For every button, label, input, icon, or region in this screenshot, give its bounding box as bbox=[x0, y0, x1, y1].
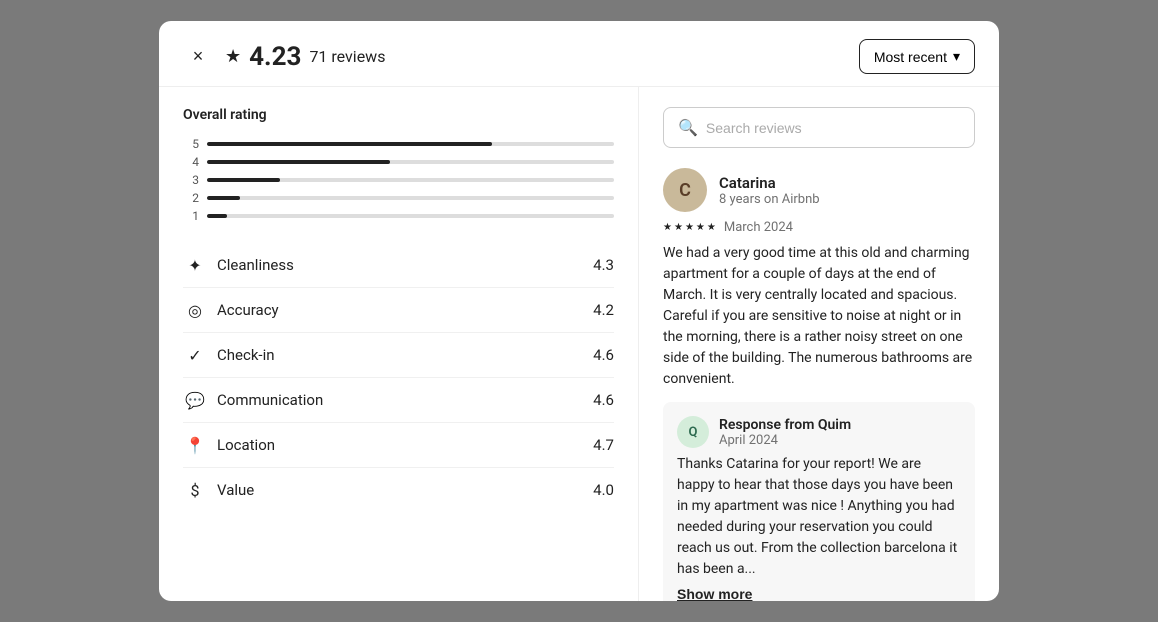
modal-body: Overall rating 5 4 3 2 1 bbox=[159, 87, 999, 601]
rating-item-name: Value bbox=[217, 481, 254, 499]
response-info: Response from Quim April 2024 bbox=[719, 417, 851, 448]
rating-category-icon: 💬 bbox=[183, 388, 207, 412]
review-text: We had a very good time at this old and … bbox=[663, 243, 975, 390]
bar-row-5: 5 bbox=[183, 137, 614, 151]
rating-item-name: Check-in bbox=[217, 346, 275, 364]
reviews-modal: × ★ 4.23 71 reviews Most recent ▾ Overal… bbox=[159, 21, 999, 601]
bar-chart: 5 4 3 2 1 bbox=[183, 137, 614, 223]
most-recent-label: Most recent bbox=[874, 49, 947, 65]
bar-label: 5 bbox=[183, 137, 199, 151]
bar-fill bbox=[207, 214, 227, 218]
bar-fill bbox=[207, 160, 390, 164]
close-button[interactable]: × bbox=[183, 42, 213, 72]
rating-item-name: Location bbox=[217, 436, 275, 454]
modal-title: ★ 4.23 71 reviews bbox=[225, 42, 385, 72]
response-header: Q Response from Quim April 2024 bbox=[677, 416, 961, 448]
review-card-catarina: C Catarina 8 years on Airbnb ★★★★★ March… bbox=[663, 168, 975, 601]
star-filled: ★ bbox=[707, 222, 716, 233]
bar-track bbox=[207, 178, 614, 182]
left-panel: Overall rating 5 4 3 2 1 bbox=[159, 87, 639, 601]
modal-reviews-count: 71 reviews bbox=[309, 47, 385, 66]
bar-label: 3 bbox=[183, 173, 199, 187]
star-icon: ★ bbox=[225, 46, 241, 67]
modal-overlay: × ★ 4.23 71 reviews Most recent ▾ Overal… bbox=[0, 0, 1158, 622]
bar-track bbox=[207, 196, 614, 200]
rating-item-score: 4.2 bbox=[593, 301, 614, 319]
rating-category-icon: ✦ bbox=[183, 253, 207, 277]
right-panel: 🔍 C Catarina 8 years on Airbnb ★★★★★ Mar… bbox=[639, 87, 999, 601]
search-box[interactable]: 🔍 bbox=[663, 107, 975, 148]
bar-label: 1 bbox=[183, 209, 199, 223]
avatar: C bbox=[663, 168, 707, 212]
rating-item-name: Accuracy bbox=[217, 301, 279, 319]
accuracy-rating: ◎ Accuracy 4.2 bbox=[183, 288, 614, 333]
stars-row: ★★★★★ bbox=[663, 222, 716, 233]
bar-fill bbox=[207, 196, 240, 200]
rating-category-icon: ✓ bbox=[183, 343, 207, 367]
cleanliness-rating: ✦ Cleanliness 4.3 bbox=[183, 243, 614, 288]
reviewer-name: Catarina bbox=[719, 174, 820, 192]
search-input[interactable] bbox=[706, 120, 960, 136]
rating-item-name: Communication bbox=[217, 391, 323, 409]
rating-item-score: 4.6 bbox=[593, 391, 614, 409]
bar-label: 2 bbox=[183, 191, 199, 205]
location-rating: 📍 Location 4.7 bbox=[183, 423, 614, 468]
bar-track bbox=[207, 142, 614, 146]
star-filled: ★ bbox=[685, 222, 694, 233]
bar-track bbox=[207, 214, 614, 218]
bar-track bbox=[207, 160, 614, 164]
rating-item-left: 💬 Communication bbox=[183, 388, 323, 412]
rating-item-left: ◎ Accuracy bbox=[183, 298, 279, 322]
rating-item-left: ✓ Check-in bbox=[183, 343, 275, 367]
rating-item-score: 4.3 bbox=[593, 256, 614, 274]
star-filled: ★ bbox=[674, 222, 683, 233]
bar-row-2: 2 bbox=[183, 191, 614, 205]
bar-label: 4 bbox=[183, 155, 199, 169]
most-recent-button[interactable]: Most recent ▾ bbox=[859, 39, 975, 74]
value-rating: $ Value 4.0 bbox=[183, 468, 614, 512]
checkin-rating: ✓ Check-in 4.6 bbox=[183, 333, 614, 378]
communication-rating: 💬 Communication 4.6 bbox=[183, 378, 614, 423]
review-date: March 2024 bbox=[724, 220, 793, 235]
rating-categories: ✦ Cleanliness 4.3 ◎ Accuracy 4.2 ✓ Check… bbox=[183, 243, 614, 512]
rating-item-name: Cleanliness bbox=[217, 256, 294, 274]
rating-item-score: 4.7 bbox=[593, 436, 614, 454]
modal-rating: 4.23 bbox=[249, 42, 301, 72]
reviewer-info: Catarina 8 years on Airbnb bbox=[719, 174, 820, 207]
review-rating-date: ★★★★★ March 2024 bbox=[663, 220, 975, 235]
rating-category-icon: ◎ bbox=[183, 298, 207, 322]
show-more-button[interactable]: Show more bbox=[677, 586, 752, 601]
response-date: April 2024 bbox=[719, 433, 851, 448]
rating-category-icon: 📍 bbox=[183, 433, 207, 457]
bar-row-3: 3 bbox=[183, 173, 614, 187]
rating-item-score: 4.0 bbox=[593, 481, 614, 499]
response-card: Q Response from Quim April 2024 Thanks C… bbox=[663, 402, 975, 601]
rating-item-left: $ Value bbox=[183, 478, 254, 502]
rating-category-icon: $ bbox=[183, 478, 207, 502]
modal-header: × ★ 4.23 71 reviews Most recent ▾ bbox=[159, 21, 999, 87]
bar-fill bbox=[207, 142, 492, 146]
response-text: Thanks Catarina for your report! We are … bbox=[677, 454, 961, 580]
close-icon: × bbox=[193, 46, 204, 67]
rating-item-left: 📍 Location bbox=[183, 433, 275, 457]
reviewer-meta: 8 years on Airbnb bbox=[719, 192, 820, 207]
overall-rating-label: Overall rating bbox=[183, 107, 614, 123]
star-filled: ★ bbox=[663, 222, 672, 233]
reviews-list: C Catarina 8 years on Airbnb ★★★★★ March… bbox=[663, 168, 975, 601]
response-name: Response from Quim bbox=[719, 417, 851, 433]
reviewer-header: C Catarina 8 years on Airbnb bbox=[663, 168, 975, 212]
rating-item-score: 4.6 bbox=[593, 346, 614, 364]
bar-row-1: 1 bbox=[183, 209, 614, 223]
chevron-down-icon: ▾ bbox=[953, 48, 960, 65]
rating-item-left: ✦ Cleanliness bbox=[183, 253, 294, 277]
bar-fill bbox=[207, 178, 280, 182]
bar-row-4: 4 bbox=[183, 155, 614, 169]
search-icon: 🔍 bbox=[678, 118, 698, 137]
star-filled: ★ bbox=[696, 222, 705, 233]
response-avatar: Q bbox=[677, 416, 709, 448]
